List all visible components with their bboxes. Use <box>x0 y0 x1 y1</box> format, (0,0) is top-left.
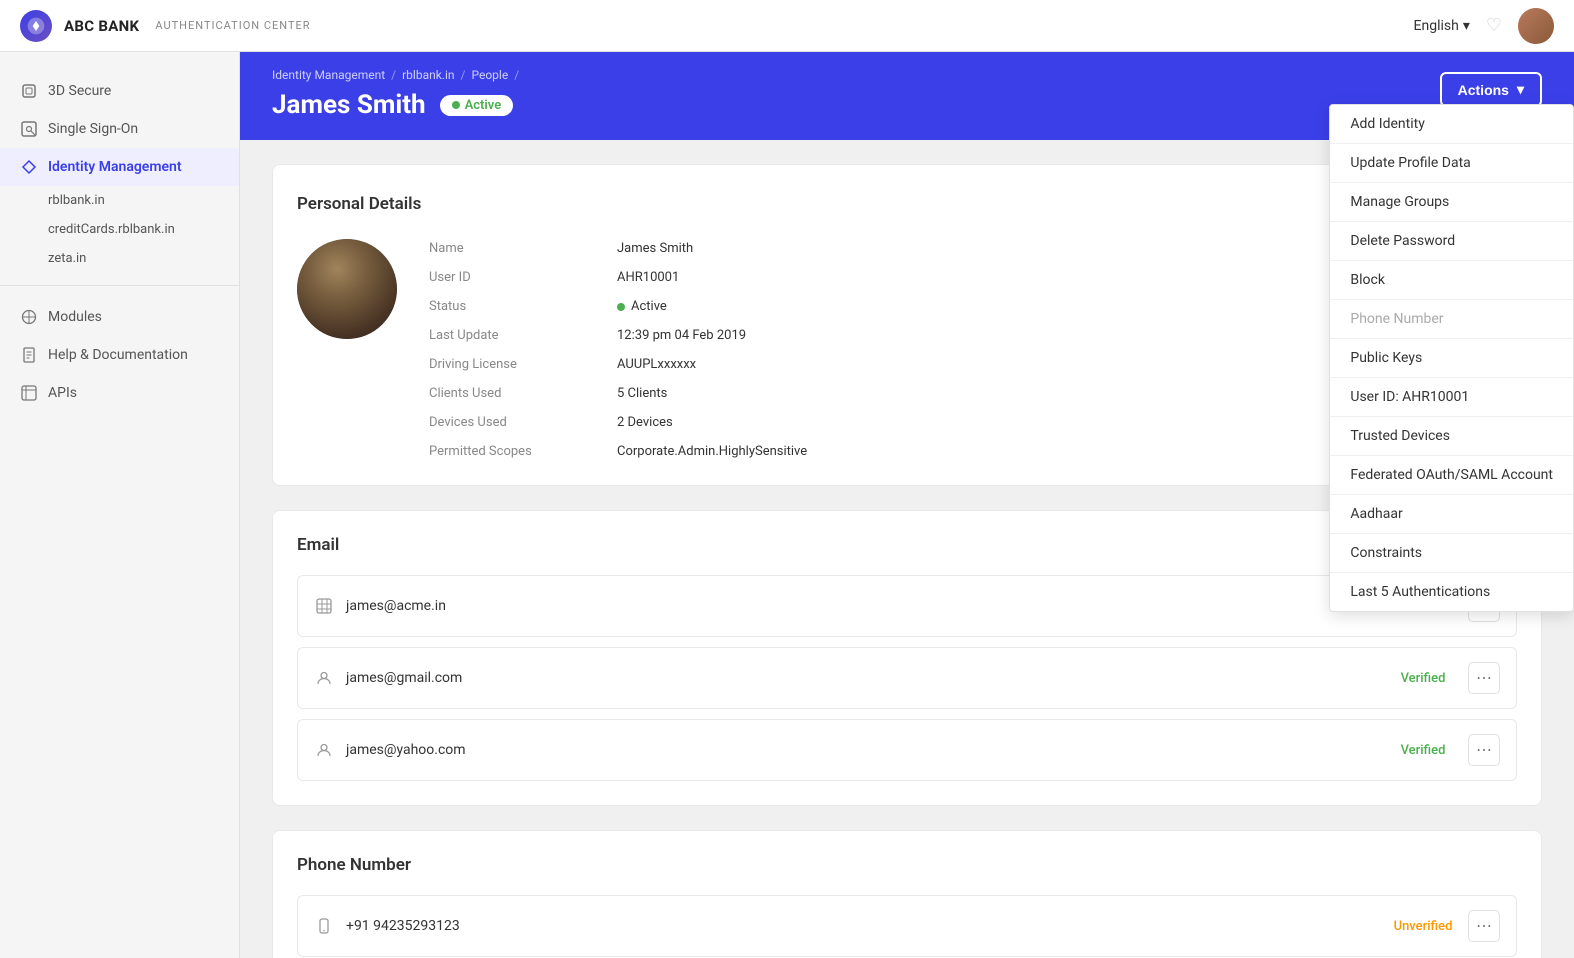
dropdown-item-update-profile[interactable]: Update Profile Data <box>1330 144 1573 183</box>
sidebar-label-help: Help & Documentation <box>48 347 188 363</box>
key-icon <box>20 120 38 138</box>
actions-dropdown: Add Identity Update Profile Data Manage … <box>1329 104 1574 612</box>
dropdown-item-public-keys[interactable]: Public Keys <box>1330 339 1573 378</box>
topbar-right: English ▾ ♡ <box>1414 8 1554 44</box>
phone-status-0: Unverified <box>1378 919 1468 934</box>
topbar-left: ABC BANK AUTHENTICATION CENTER <box>20 10 311 42</box>
phone-icon <box>314 916 334 936</box>
main-content: Identity Management / rblbank.in / Peopl… <box>240 52 1574 958</box>
breadcrumb-identity-management[interactable]: Identity Management <box>272 68 385 82</box>
sidebar-label-apis: APIs <box>48 385 77 401</box>
page-header: Identity Management / rblbank.in / Peopl… <box>240 52 1574 140</box>
dropdown-item-add-identity[interactable]: Add Identity <box>1330 105 1573 144</box>
label-permitted-scopes: Permitted Scopes <box>429 442 609 461</box>
app-name: ABC BANK <box>64 17 139 35</box>
dropdown-item-block[interactable]: Block <box>1330 261 1573 300</box>
status-label: Active <box>465 98 502 113</box>
sidebar-item-apis[interactable]: APIs <box>0 374 239 412</box>
breadcrumb-people[interactable]: People <box>471 68 508 82</box>
language-selector[interactable]: English ▾ <box>1414 18 1470 34</box>
personal-details-title: Personal Details <box>297 194 421 214</box>
sidebar: 3D Secure Single Sign-On Identity Manage… <box>0 52 240 958</box>
grid-icon <box>20 308 38 326</box>
dropdown-item-delete-password[interactable]: Delete Password <box>1330 222 1573 261</box>
sidebar-item-identity-management[interactable]: Identity Management <box>0 148 239 186</box>
dropdown-item-federated-oauth[interactable]: Federated OAuth/SAML Account <box>1330 456 1573 495</box>
email-person-icon-1 <box>314 668 334 688</box>
email-address-0: james@acme.in <box>346 598 1378 614</box>
status-dot <box>452 101 460 109</box>
email-row-1: james@gmail.com Verified ⋯ <box>297 647 1517 709</box>
topbar: ABC BANK AUTHENTICATION CENTER English ▾… <box>0 0 1574 52</box>
label-last-update: Last Update <box>429 326 609 345</box>
label-driving-license: Driving License <box>429 355 609 374</box>
sidebar-label-modules: Modules <box>48 309 102 325</box>
language-caret: ▾ <box>1463 18 1470 34</box>
dropdown-item-trusted-devices[interactable]: Trusted Devices <box>1330 417 1573 456</box>
app-subtitle: AUTHENTICATION CENTER <box>155 19 310 32</box>
email-status-1: Verified <box>1378 671 1468 686</box>
phone-header: Phone Number <box>297 855 1517 875</box>
sidebar-divider <box>0 285 239 286</box>
table-icon <box>20 384 38 402</box>
avatar-image <box>1518 8 1554 44</box>
profile-avatar <box>297 239 397 339</box>
favorite-icon[interactable]: ♡ <box>1486 15 1502 36</box>
sidebar-label-identity-management: Identity Management <box>48 159 182 175</box>
sidebar-item-help[interactable]: Help & Documentation <box>0 336 239 374</box>
email-row-2: james@yahoo.com Verified ⋯ <box>297 719 1517 781</box>
actions-label: Actions <box>1458 82 1509 98</box>
logo <box>20 10 52 42</box>
label-status: Status <box>429 297 609 316</box>
actions-button[interactable]: Actions ▾ <box>1440 72 1542 107</box>
email-title: Email <box>297 535 339 555</box>
email-person-icon-2 <box>314 740 334 760</box>
layout: 3D Secure Single Sign-On Identity Manage… <box>0 52 1574 958</box>
label-userid: User ID <box>429 268 609 287</box>
sidebar-label-sso: Single Sign-On <box>48 121 138 137</box>
dropdown-item-constraints[interactable]: Constraints <box>1330 534 1573 573</box>
status-green-dot <box>617 303 625 311</box>
email-grid-icon <box>314 596 334 616</box>
email-actions-1[interactable]: ⋯ <box>1468 662 1500 694</box>
status-badge: Active <box>440 95 514 116</box>
label-clients-used: Clients Used <box>429 384 609 403</box>
email-status-2: Verified <box>1378 743 1468 758</box>
actions-caret: ▾ <box>1517 81 1524 98</box>
phone-card: Phone Number +91 94235293123 Unverified … <box>272 830 1542 958</box>
sidebar-subitem-rblbank[interactable]: rblbank.in <box>48 186 239 215</box>
dropdown-item-phone-number[interactable]: Phone Number <box>1330 300 1573 339</box>
dropdown-item-last-5-auth[interactable]: Last 5 Authentications <box>1330 573 1573 611</box>
profile-avatar-image <box>297 239 397 339</box>
label-name: Name <box>429 239 609 258</box>
sidebar-item-sso[interactable]: Single Sign-On <box>0 110 239 148</box>
diamond-icon <box>20 158 38 176</box>
breadcrumb: Identity Management / rblbank.in / Peopl… <box>272 68 1542 82</box>
page-title: James Smith <box>272 90 426 120</box>
sidebar-subitem-zeta[interactable]: zeta.in <box>48 244 239 273</box>
email-actions-2[interactable]: ⋯ <box>1468 734 1500 766</box>
sidebar-subitems: rblbank.in creditCards.rblbank.in zeta.i… <box>0 186 239 273</box>
user-avatar[interactable] <box>1518 8 1554 44</box>
label-devices-used: Devices Used <box>429 413 609 432</box>
phone-row-0: +91 94235293123 Unverified ⋯ <box>297 895 1517 957</box>
email-address-2: james@yahoo.com <box>346 742 1378 758</box>
sidebar-label-3d-secure: 3D Secure <box>48 83 111 99</box>
phone-number-0: +91 94235293123 <box>346 918 1378 934</box>
breadcrumb-rblbank[interactable]: rblbank.in <box>402 68 454 82</box>
doc-icon <box>20 346 38 364</box>
sidebar-item-3d-secure[interactable]: 3D Secure <box>0 72 239 110</box>
sidebar-item-modules[interactable]: Modules <box>0 298 239 336</box>
dropdown-item-aadhaar[interactable]: Aadhaar <box>1330 495 1573 534</box>
language-label: English <box>1414 18 1459 34</box>
dropdown-item-manage-groups[interactable]: Manage Groups <box>1330 183 1573 222</box>
email-address-1: james@gmail.com <box>346 670 1378 686</box>
sidebar-subitem-creditcards[interactable]: creditCards.rblbank.in <box>48 215 239 244</box>
dropdown-item-user-id[interactable]: User ID: AHR10001 <box>1330 378 1573 417</box>
cube-icon <box>20 82 38 100</box>
phone-actions-0[interactable]: ⋯ <box>1468 910 1500 942</box>
phone-title: Phone Number <box>297 855 411 875</box>
